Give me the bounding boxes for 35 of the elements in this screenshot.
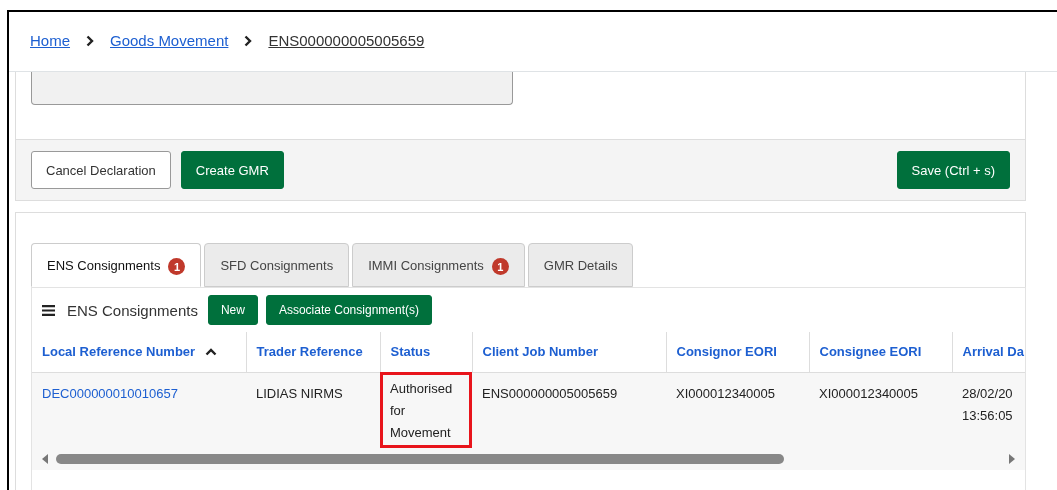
text-area[interactable] (31, 72, 513, 105)
table-cell: ENS000000005005659 (472, 372, 666, 448)
tab[interactable]: IMMI Consignments 1 (352, 243, 525, 287)
scroll-left-icon[interactable] (42, 454, 48, 464)
column-header[interactable]: Arrival Da (952, 332, 1025, 372)
breadcrumb-link[interactable]: ENS000000005005659 (268, 32, 425, 49)
breadcrumb-link[interactable]: Home (30, 32, 70, 49)
table-cell: XI000012340005 (809, 372, 952, 448)
action-button[interactable]: Cancel Declaration (31, 151, 171, 189)
count-badge: 1 (491, 258, 509, 275)
table-cell: LIDIAS NIRMS (246, 372, 380, 448)
column-header[interactable]: Client Job Number (472, 332, 666, 372)
breadcrumb-link[interactable]: Goods Movement (110, 32, 229, 49)
count-badge: 1 (168, 258, 186, 275)
grid-title: ENS Consignments (67, 301, 198, 319)
chevron-icon (244, 34, 253, 47)
column-header[interactable]: Consignee EORI (809, 332, 952, 372)
chevron-icon (86, 34, 94, 47)
table-cell: Authorised for Movement (380, 372, 472, 448)
menu-icon[interactable] (42, 304, 55, 316)
tab[interactable]: GMR Details (527, 243, 634, 287)
action-button[interactable]: Create GMR (180, 151, 284, 189)
column-header[interactable]: Local Reference Number (32, 332, 246, 372)
tab[interactable]: SFD Consignments (204, 243, 350, 287)
save-button[interactable]: Save (Ctrl + s) (896, 151, 1010, 189)
scroll-right-icon[interactable] (1009, 454, 1015, 464)
column-header[interactable]: Consignor EORI (666, 332, 809, 372)
table-cell: XI000012340005 (666, 372, 809, 448)
grid-button[interactable]: Associate Consignment(s) (265, 295, 432, 325)
grid-button[interactable]: New (207, 295, 258, 325)
table-cell: 28/02/20 13:56:05 (952, 372, 1025, 448)
horizontal-scrollbar[interactable] (32, 448, 1025, 470)
tab[interactable]: ENS Consignments 1 (31, 243, 202, 287)
column-header[interactable]: Trader Reference (246, 332, 380, 372)
table-cell[interactable]: DEC000000010010657 (32, 372, 246, 448)
